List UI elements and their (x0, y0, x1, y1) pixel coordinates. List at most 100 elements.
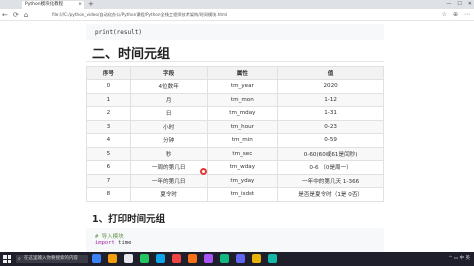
table-header: 属性 (206, 66, 279, 80)
table-header: 字段 (129, 66, 208, 80)
maximize-button[interactable]: ☐ (457, 0, 461, 9)
tab-title: Python模块化教程 (25, 2, 64, 7)
taskbar-app-icon[interactable] (108, 254, 117, 263)
table-cell: 秒 (129, 146, 208, 161)
table-cell: 6 (86, 160, 131, 175)
table-cell: 月 (129, 92, 208, 107)
nav-icons: ← ⟳ ⌂ (2, 10, 28, 20)
table-row: 0 4位数年 tm_year 2020 (86, 79, 384, 94)
taskbar-app-icon[interactable] (220, 254, 229, 263)
address-bar: ← ⟳ ⌂ file:///C:/python_video/自动化办公/Pyth… (0, 9, 474, 21)
taskbar-app-icon[interactable] (172, 254, 181, 263)
code-line: print(result) (95, 29, 142, 36)
table-cell: tm_isdst (206, 187, 279, 202)
table-cell: 3 (86, 119, 131, 134)
table-header: 序号 (86, 66, 131, 80)
close-window-button[interactable]: ✕ (468, 0, 472, 9)
taskbar-search[interactable]: ⌕ 在这里输入你要搜索的内容 (16, 255, 88, 263)
browser-tab[interactable]: Python模块化教程 × (22, 1, 84, 9)
taskbar-app-icon[interactable] (204, 254, 213, 263)
windows-start-icon[interactable] (3, 255, 11, 263)
table-cell: 4 (86, 133, 131, 148)
table-cell: 日 (129, 106, 208, 121)
taskbar-app-icon[interactable] (124, 254, 133, 263)
table-row: 7 一年的第几日 tm_yday 一年中的第几天 1-366 (86, 173, 384, 188)
table-cell: tm_min (206, 133, 279, 148)
code-block: # 导入模块 import time (86, 228, 384, 254)
table-cell: tm_yday (206, 173, 279, 188)
table-cell: 5 (86, 146, 131, 161)
table-cell: tm_mon (206, 92, 279, 107)
table-cell: tm_hour (206, 119, 279, 134)
table-cell: 2020 (277, 79, 384, 94)
minimize-button[interactable]: — (446, 0, 451, 9)
table-cell: 一年的第几日 (129, 173, 208, 188)
table-cell: 0-23 (277, 119, 384, 134)
table-cell: 1-12 (277, 92, 384, 107)
code-comment: # 导入模块 (95, 234, 124, 240)
taskbar-app-icon[interactable] (188, 254, 197, 263)
table-row: 5 秒 tm_sec 0-60(60或61是闰秒) (86, 146, 384, 161)
back-icon[interactable]: ← (2, 10, 8, 20)
table-row: 8 夏令时 tm_isdst 是否是夏令时（1是 0否） (86, 187, 384, 202)
window-controls: — ☐ ✕ (446, 0, 472, 9)
table-header: 值 (277, 66, 384, 80)
taskbar-app-icon[interactable] (140, 254, 149, 263)
table-cell: 夏令时 (129, 187, 208, 202)
table-cell: 小时 (129, 119, 208, 134)
table-cell: 一年中的第几天 1-366 (277, 173, 384, 188)
address-bar-actions: ☆ ⊕ ⋯ (442, 10, 470, 20)
table-cell: 0 (86, 79, 131, 94)
code-block: print(result) (86, 24, 384, 40)
mouse-cursor-highlight (200, 168, 207, 175)
table-cell: 1 (86, 92, 131, 107)
table-header-row: 序号 字段 属性 值 (86, 66, 384, 80)
table-row: 6 一周的第几日 tm_wday 0-6 （0是周一） (86, 160, 384, 175)
code-text: time (114, 240, 132, 246)
taskbar-app-icon[interactable] (92, 254, 101, 263)
system-tray: ^ ▭ 中 英 (448, 256, 470, 261)
code-keyword: import (95, 240, 115, 246)
table-cell: 一周的第几日 (129, 160, 208, 175)
table-row: 3 小时 tm_hour 0-23 (86, 119, 384, 134)
refresh-icon[interactable]: ⟳ (13, 10, 19, 20)
taskbar-app-icon[interactable] (252, 254, 261, 263)
table-cell: tm_wday (206, 160, 279, 175)
table-cell: 2 (86, 106, 131, 121)
subsection-heading: 1、打印时间元组 (92, 214, 166, 225)
taskbar-apps (92, 254, 277, 263)
table-cell: tm_mday (206, 106, 279, 121)
taskbar-app-icon[interactable] (156, 254, 165, 263)
home-icon[interactable]: ⌂ (24, 10, 28, 20)
time-tuple-table: 序号 字段 属性 值 0 4位数年 tm_year 2020 1 月 tm_mo… (86, 66, 384, 202)
new-tab-button[interactable]: + (88, 0, 94, 9)
taskbar-app-icon[interactable] (268, 254, 277, 263)
table-row: 4 分钟 tm_min 0-59 (86, 133, 384, 148)
code-line: import time (95, 240, 131, 246)
more-icon[interactable]: ⋯ (464, 10, 470, 20)
table-cell: 8 (86, 187, 131, 202)
table-cell: 0-60(60或61是闰秒) (277, 146, 384, 161)
table-cell: 1-31 (277, 106, 384, 121)
table-cell: tm_sec (206, 146, 279, 161)
tab-close-icon[interactable]: × (78, 1, 82, 9)
page-content: print(result) 二、时间元组 序号 字段 属性 值 0 4位数年 t… (0, 21, 474, 254)
table-row: 2 日 tm_mday 1-31 (86, 106, 384, 121)
section-heading: 二、时间元组 (92, 47, 171, 62)
taskbar-app-icon[interactable] (236, 254, 245, 263)
table-cell: 7 (86, 173, 131, 188)
search-placeholder: 在这里输入你要搜索的内容 (24, 256, 78, 261)
favorite-icon[interactable]: ☆ (442, 10, 447, 20)
search-icon: ⌕ (18, 256, 21, 262)
browser-titlebar: Python模块化教程 × + — ☐ ✕ (0, 0, 474, 9)
table-cell: 分钟 (129, 133, 208, 148)
table-cell: 4位数年 (129, 79, 208, 94)
url-field[interactable]: file:///C:/python_video/自动化办公/Python课程/P… (52, 11, 432, 19)
table-cell: 是否是夏令时（1是 0否） (277, 187, 384, 202)
heading-divider (86, 61, 384, 62)
extensions-icon[interactable]: ⊕ (453, 10, 458, 20)
table-cell: tm_year (206, 79, 279, 94)
table-row: 1 月 tm_mon 1-12 (86, 92, 384, 107)
taskbar: ⌕ 在这里输入你要搜索的内容 ^ ▭ 中 英 (0, 252, 474, 266)
table-cell: 0-59 (277, 133, 384, 148)
